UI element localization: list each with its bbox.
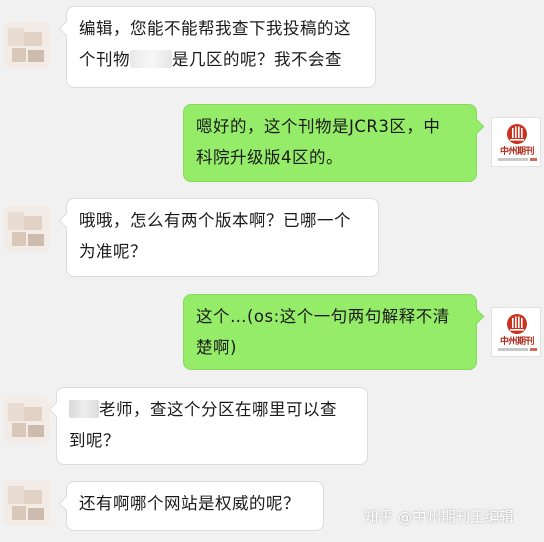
message-text: 科院升级版4区的。 [196,148,343,167]
logo-url [494,348,540,352]
message-text: 哦哦，怎么有两个版本啊？已哪一个 [79,211,351,230]
contact-logo-avatar[interactable]: 中州期刊 [491,307,541,357]
redacted-text [69,400,99,418]
message-text: 个刊物 [79,50,130,69]
logo-mark-icon [507,124,527,144]
logo-name: 中州期刊 [499,147,535,157]
message-bubble[interactable]: 哦哦，怎么有两个版本啊？已哪一个 为准呢？ [58,198,379,277]
message-text: 还有啊哪个网站是权威的呢？ [79,494,300,513]
contact-avatar[interactable] [4,206,50,252]
message-text: 到呢？ [69,431,120,450]
logo-name: 中州期刊 [499,337,535,347]
logo-url [494,158,540,162]
message-text: 编辑，您能不能帮我查下我投稿的这 [79,19,351,38]
message-bubble[interactable]: 还有啊哪个网站是权威的呢？ [58,481,324,531]
bubble-tail [468,118,485,135]
contact-avatar[interactable] [4,397,50,443]
message-bubble[interactable]: 编辑，您能不能帮我查下我投稿的这 个刊物 是几区的呢？我不会查 [58,6,376,88]
message-text: 楚啊) [196,338,237,357]
bubble-tail [58,20,75,37]
message-bubble[interactable]: 嗯好的，这个刊物是JCR3区，中 科院升级版4区的。 [183,104,485,182]
bubble-tail [58,495,75,512]
contact-avatar[interactable] [4,480,50,526]
bubble-tail [58,212,75,229]
message-text: 为准呢？ [79,242,147,261]
bubble-tail [48,401,65,418]
bubble-tail [468,308,485,325]
message-text: 这个…(os:这个一句两句解释不清 [196,307,450,326]
logo-mark-icon [507,314,527,334]
watermark: 知乎 @中州期刊王编辑 [364,510,514,526]
contact-logo-avatar[interactable]: 中州期刊 [491,117,541,167]
contact-avatar[interactable] [4,22,50,68]
message-bubble[interactable]: 老师，查这个分区在哪里可以查 到呢？ [48,387,368,465]
message-bubble[interactable]: 这个…(os:这个一句两句解释不清 楚啊) [183,294,485,370]
redacted-text [130,50,172,68]
message-text: 是几区的呢？我不会查 [172,50,342,69]
message-text: 嗯好的，这个刊物是JCR3区，中 [196,117,441,136]
message-text: 老师，查这个分区在哪里可以查 [99,400,337,419]
